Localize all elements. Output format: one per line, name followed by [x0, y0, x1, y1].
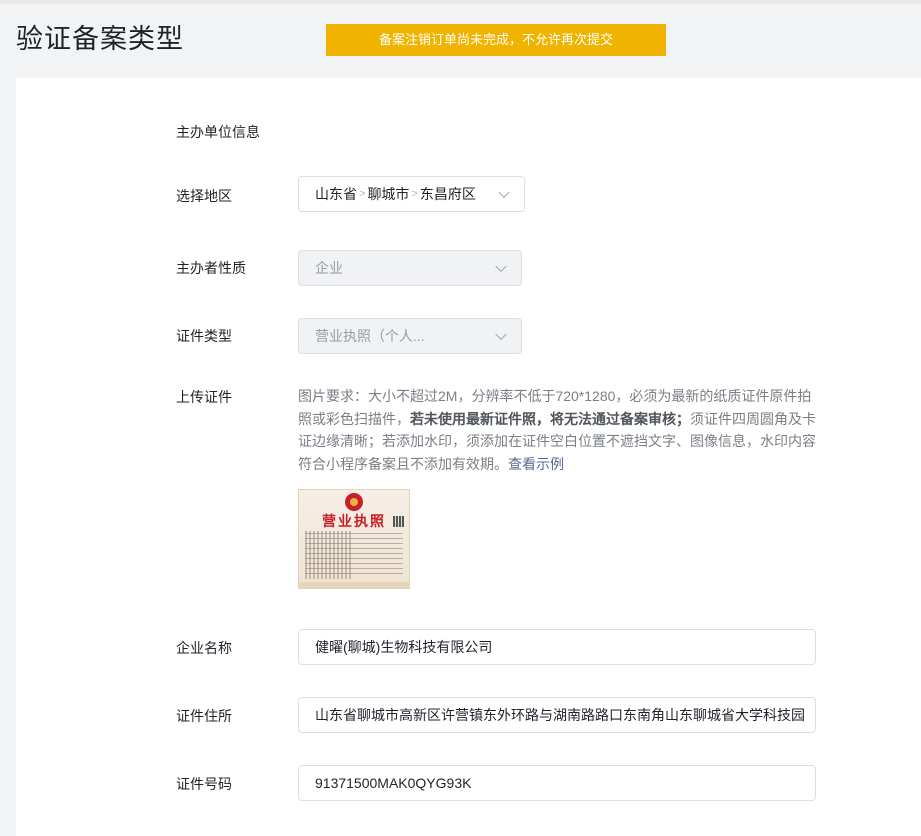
- upload-desc-warning: 若未使用最新证件照，将无法通过备案审核；: [410, 410, 690, 427]
- organizer-select[interactable]: 企业: [298, 250, 522, 286]
- cert-type-value: 营业执照（个人...: [315, 328, 425, 344]
- chevron-down-icon: [495, 328, 507, 341]
- address-input[interactable]: 山东省聊城市高新区许营镇东外环路与湖南路路口东南角山东聊城省大学科技园: [298, 697, 816, 733]
- cert-type-label: 证件类型: [176, 328, 232, 344]
- organizer-value: 企业: [315, 260, 343, 276]
- view-example-link[interactable]: 查看示例: [508, 456, 564, 472]
- emblem-icon: [345, 493, 363, 511]
- thumbnail-text-lines: [305, 533, 403, 577]
- chevron-down-icon: [498, 186, 510, 199]
- region-district: 东昌府区: [419, 186, 476, 202]
- company-name-input[interactable]: 健曜(聊城)生物科技有限公司: [298, 629, 816, 665]
- company-label: 企业名称: [176, 640, 232, 656]
- chevron-down-icon: [495, 260, 507, 273]
- address-label: 证件住所: [176, 708, 232, 724]
- top-divider: [0, 0, 921, 4]
- cert-number-value: 91371500MAK0QYG93K: [315, 775, 472, 791]
- region-province: 山东省: [315, 186, 357, 202]
- cert-number-input[interactable]: 91371500MAK0QYG93K: [298, 765, 816, 801]
- upload-requirements: 图片要求：大小不超过2M，分辨率不低于720*1280，必须为最新的纸质证件原件…: [298, 385, 822, 475]
- company-name-value: 健曜(聊城)生物科技有限公司: [315, 639, 493, 655]
- breadcrumb-separator: >: [411, 188, 418, 200]
- page-title: 验证备案类型: [16, 24, 184, 54]
- thumbnail-footer: [299, 582, 409, 588]
- upload-label: 上传证件: [176, 389, 232, 405]
- cert-no-label: 证件号码: [176, 776, 232, 792]
- section-title: 主办单位信息: [176, 124, 260, 140]
- organizer-label: 主办者性质: [176, 260, 246, 276]
- region-city: 聊城市: [367, 186, 410, 202]
- region-label: 选择地区: [176, 188, 232, 204]
- qr-code-icon: [393, 516, 404, 527]
- region-select[interactable]: 山东省 > 聊城市 > 东昌府区: [298, 176, 525, 212]
- warning-banner: 备案注销订单尚未完成，不允许再次提交: [326, 24, 666, 56]
- license-thumbnail[interactable]: 营业执照: [298, 489, 410, 589]
- address-value: 山东省聊城市高新区许营镇东外环路与湖南路路口东南角山东聊城省大学科技园: [315, 707, 805, 723]
- cert-type-select[interactable]: 营业执照（个人...: [298, 318, 522, 354]
- breadcrumb-separator: >: [359, 188, 366, 200]
